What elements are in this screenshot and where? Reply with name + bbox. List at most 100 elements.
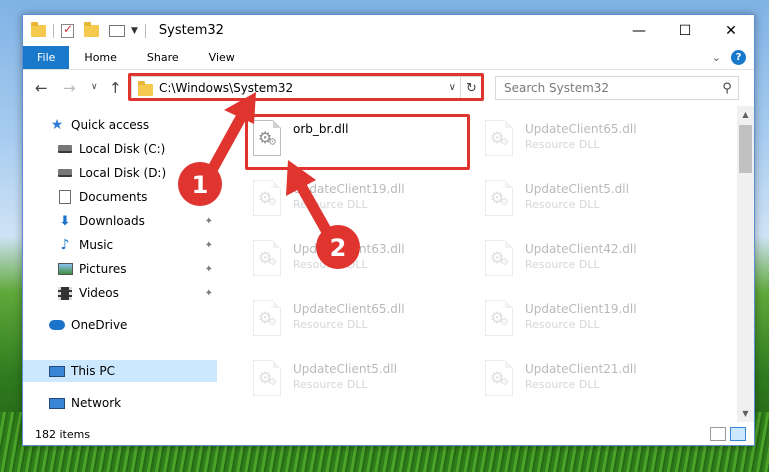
- file-name: UpdateClient5.dll: [293, 362, 397, 376]
- sidebar-item-documents[interactable]: Documents ✦: [23, 186, 217, 208]
- sidebar-item-music[interactable]: ♪ Music ✦: [23, 234, 217, 256]
- file-name: UpdateClient63.dll: [293, 242, 405, 256]
- file-name: UpdateClient5.dll: [525, 182, 629, 196]
- details-view-icon[interactable]: [710, 427, 726, 441]
- sidebar-item-label: Network: [71, 396, 122, 410]
- properties-check-icon[interactable]: [61, 22, 74, 38]
- dll-file-icon: ⚙ ⚙: [481, 118, 517, 160]
- file-type: Resource DLL: [525, 318, 600, 331]
- download-icon: ⬇: [59, 213, 71, 229]
- pin-icon[interactable]: ✦: [205, 216, 213, 227]
- pictures-icon: [57, 262, 73, 276]
- star-icon: ★: [50, 117, 64, 133]
- address-highlight-box: [128, 73, 484, 101]
- sidebar-item-local-disk-c[interactable]: Local Disk (C:): [23, 138, 217, 160]
- sidebar-item-onedrive[interactable]: OneDrive: [23, 314, 217, 336]
- network-icon: [49, 396, 65, 410]
- pin-icon[interactable]: ✦: [205, 240, 213, 251]
- file-item[interactable]: ⚙ ⚙ UpdateClient65.dll Resource DLL: [481, 118, 691, 166]
- drive-icon: [57, 142, 73, 156]
- tab-file[interactable]: File: [23, 46, 70, 69]
- close-button[interactable]: ✕: [708, 15, 754, 46]
- file-name: UpdateClient21.dll: [525, 362, 637, 376]
- pin-icon[interactable]: ✦: [205, 288, 213, 299]
- sidebar-item-downloads[interactable]: ⬇ Downloads ✦: [23, 210, 217, 232]
- dll-file-icon: ⚙ ⚙: [481, 238, 517, 280]
- tab-home[interactable]: Home: [69, 46, 131, 69]
- minimize-button[interactable]: —: [616, 15, 662, 46]
- sidebar-item-label: Quick access: [71, 118, 150, 132]
- file-item[interactable]: ⚙ ⚙ UpdateClient63.dll Resource DLL: [249, 238, 459, 286]
- sidebar-item-label: Downloads: [79, 214, 145, 228]
- status-bar: 182 items: [23, 422, 754, 445]
- file-item[interactable]: ⚙ ⚙ UpdateClient5.dll Resource DLL: [249, 358, 459, 406]
- dll-file-icon: ⚙ ⚙: [481, 178, 517, 220]
- computer-icon: [49, 364, 65, 378]
- customize-toolbar-chevron-icon[interactable]: ▼: [131, 26, 138, 36]
- vertical-scrollbar[interactable]: ▲ ▼: [737, 106, 754, 422]
- dll-file-icon: ⚙ ⚙: [481, 358, 517, 400]
- search-input[interactable]: [496, 78, 716, 98]
- forward-arrow-icon[interactable]: →: [63, 79, 76, 97]
- file-type: Resource DLL: [293, 378, 368, 391]
- window-title: System32: [158, 23, 224, 38]
- help-icon[interactable]: ?: [731, 50, 746, 65]
- file-name: UpdateClient19.dll: [293, 182, 405, 196]
- file-type: Resource DLL: [293, 258, 368, 271]
- window-controls: — ☐ ✕: [616, 15, 754, 46]
- dll-file-icon: ⚙ ⚙: [249, 298, 285, 340]
- navigation-pane: ★ Quick access Local Disk (C:) Local Dis…: [23, 106, 217, 422]
- sidebar-item-videos[interactable]: Videos ✦: [23, 282, 217, 304]
- search-icon[interactable]: ⚲: [716, 81, 738, 96]
- drive-icon: [57, 166, 73, 180]
- expand-ribbon-chevron-icon[interactable]: ⌄: [712, 51, 721, 64]
- search-box[interactable]: ⚲: [495, 76, 739, 100]
- sidebar-item-label: OneDrive: [71, 318, 128, 332]
- cloud-icon: [49, 318, 65, 332]
- file-type: Resource DLL: [293, 198, 368, 211]
- ribbon-right: ⌄ ?: [712, 46, 754, 69]
- up-arrow-icon[interactable]: ↑: [109, 79, 122, 97]
- sidebar-item-label: Pictures: [79, 262, 127, 276]
- dll-file-icon: ⚙ ⚙: [481, 298, 517, 340]
- tab-share[interactable]: Share: [132, 46, 194, 69]
- sidebar-item-label: Music: [79, 238, 114, 252]
- file-item[interactable]: ⚙ ⚙ UpdateClient65.dll Resource DLL: [249, 298, 459, 346]
- scrollbar-thumb[interactable]: [739, 125, 752, 173]
- document-icon: [57, 190, 73, 204]
- tab-view[interactable]: View: [194, 46, 250, 69]
- pin-icon[interactable]: ✦: [205, 192, 213, 203]
- sidebar-item-this-pc[interactable]: This PC: [23, 360, 217, 382]
- maximize-button[interactable]: ☐: [662, 15, 708, 46]
- file-type: Resource DLL: [525, 378, 600, 391]
- view-properties-icon[interactable]: [109, 24, 125, 37]
- title-bar: ▼ System32 — ☐ ✕: [23, 15, 754, 46]
- file-item[interactable]: ⚙ ⚙ UpdateClient42.dll Resource DLL: [481, 238, 691, 286]
- file-item[interactable]: ⚙ ⚙ UpdateClient21.dll Resource DLL: [481, 358, 691, 406]
- file-type: Resource DLL: [293, 318, 368, 331]
- large-icons-view-icon[interactable]: [730, 427, 746, 441]
- dll-file-icon: ⚙ ⚙: [249, 178, 285, 220]
- file-name: UpdateClient42.dll: [525, 242, 637, 256]
- new-folder-icon[interactable]: [84, 21, 99, 37]
- pin-icon[interactable]: ✦: [205, 264, 213, 275]
- file-item[interactable]: ⚙ ⚙ UpdateClient19.dll Resource DLL: [249, 178, 459, 226]
- file-item[interactable]: ⚙ ⚙ UpdateClient5.dll Resource DLL: [481, 178, 691, 226]
- item-count: 182 items: [35, 427, 91, 441]
- recent-locations-chevron-icon[interactable]: ∨: [91, 82, 98, 92]
- file-name: UpdateClient65.dll: [525, 122, 637, 136]
- file-type: Resource DLL: [525, 198, 600, 211]
- file-type: Resource DLL: [525, 138, 600, 151]
- scroll-down-arrow-icon[interactable]: ▼: [737, 405, 754, 422]
- scroll-up-arrow-icon[interactable]: ▲: [737, 106, 754, 123]
- sidebar-item-pictures[interactable]: Pictures ✦: [23, 258, 217, 280]
- sidebar-item-network[interactable]: Network: [23, 392, 217, 414]
- file-item[interactable]: ⚙ ⚙ UpdateClient19.dll Resource DLL: [481, 298, 691, 346]
- dll-file-icon: ⚙ ⚙: [249, 238, 285, 280]
- sidebar-item-quick-access[interactable]: ★ Quick access: [23, 114, 217, 136]
- back-arrow-icon[interactable]: ←: [35, 79, 48, 97]
- quick-access-toolbar: ▼: [23, 21, 149, 38]
- sidebar-item-label: Videos: [79, 286, 119, 300]
- sidebar-item-local-disk-d[interactable]: Local Disk (D:): [23, 162, 217, 184]
- view-toggle: [710, 427, 754, 441]
